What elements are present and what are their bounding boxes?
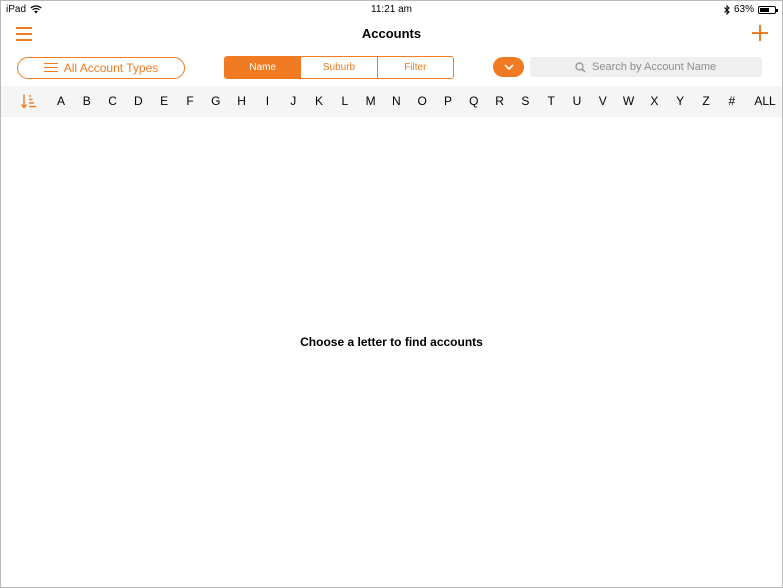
bluetooth-icon [724, 4, 730, 15]
segment-name[interactable]: Name [225, 57, 301, 78]
chevron-down-icon [503, 64, 514, 70]
nav-bar: Accounts [1, 19, 782, 49]
letter-o[interactable]: O [412, 94, 432, 108]
letter-hash[interactable]: # [722, 94, 742, 108]
search-icon [575, 61, 586, 72]
sort-order-icon[interactable] [21, 94, 37, 109]
page-title: Accounts [361, 26, 422, 41]
letter-b[interactable]: B [77, 94, 97, 108]
letter-p[interactable]: P [438, 94, 458, 108]
toolbar: All Account Types Name Suburb Filter [1, 55, 782, 81]
status-time: 11:21 am [371, 4, 412, 15]
add-account-icon[interactable] [752, 25, 768, 41]
search-box[interactable] [530, 57, 762, 77]
segment-suburb[interactable]: Suburb [300, 57, 377, 78]
letter-v[interactable]: V [593, 94, 613, 108]
letter-j[interactable]: J [283, 94, 303, 108]
letter-q[interactable]: Q [464, 94, 484, 108]
letter-y[interactable]: Y [670, 94, 690, 108]
letter-all[interactable]: ALL [751, 94, 779, 108]
letter-k[interactable]: K [309, 94, 329, 108]
letter-g[interactable]: G [206, 94, 226, 108]
letter-r[interactable]: R [490, 94, 510, 108]
letter-s[interactable]: S [515, 94, 535, 108]
letter-u[interactable]: U [567, 94, 587, 108]
letter-z[interactable]: Z [696, 94, 716, 108]
letter-e[interactable]: E [154, 94, 174, 108]
letter-n[interactable]: N [386, 94, 406, 108]
status-right: 63% [724, 4, 778, 15]
account-types-button[interactable]: All Account Types [17, 57, 185, 79]
segment-filter[interactable]: Filter [376, 57, 453, 78]
app-window: iPad 11:21 am 63% Accounts All Account T… [0, 0, 783, 588]
letter-c[interactable]: C [103, 94, 123, 108]
letter-t[interactable]: T [541, 94, 561, 108]
empty-state-message: Choose a letter to find accounts [300, 335, 483, 349]
status-bar: iPad 11:21 am 63% [1, 1, 782, 19]
battery-icon [758, 5, 778, 14]
search-input[interactable] [592, 61, 717, 73]
letter-x[interactable]: X [644, 94, 664, 108]
letter-l[interactable]: L [335, 94, 355, 108]
battery-fill [760, 7, 769, 12]
letter-h[interactable]: H [232, 94, 252, 108]
letter-m[interactable]: M [361, 94, 381, 108]
sort-segmented-control: Name Suburb Filter [224, 56, 454, 79]
list-icon [43, 63, 58, 73]
account-types-label: All Account Types [63, 61, 159, 75]
battery-percent: 63% [733, 4, 754, 15]
letter-w[interactable]: W [619, 94, 639, 108]
letter-a[interactable]: A [51, 94, 71, 108]
alphabet-bar: A B C D E F G H I J K L M N O P Q R S T U V W X Y Z # ALL [1, 86, 782, 117]
letter-f[interactable]: F [180, 94, 200, 108]
letter-i[interactable]: I [257, 94, 277, 108]
dropdown-button[interactable] [493, 57, 524, 77]
letter-d[interactable]: D [128, 94, 148, 108]
